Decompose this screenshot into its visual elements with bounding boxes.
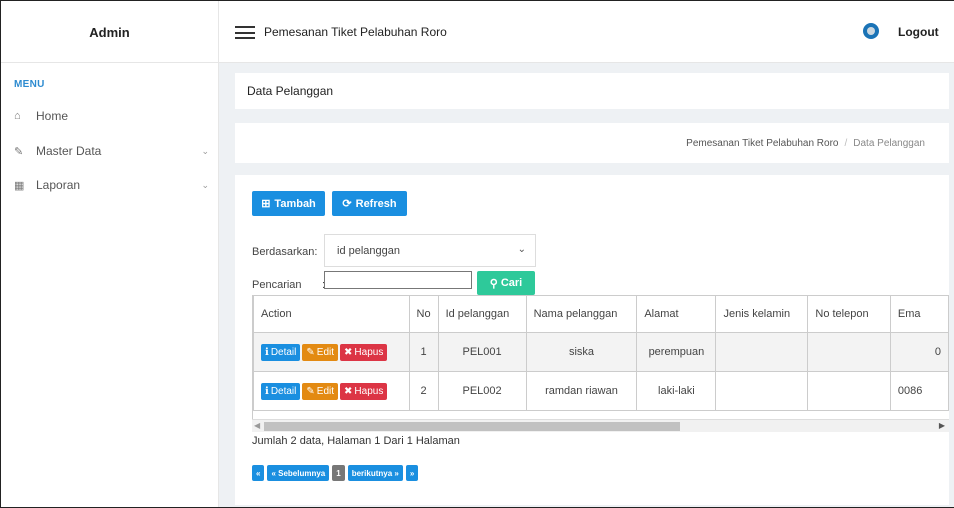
refresh-button[interactable]: ⟳ Refresh: [332, 191, 407, 216]
detail-button[interactable]: ℹ Detail: [261, 382, 301, 400]
app-title: Pemesanan Tiket Pelabuhan Roro: [264, 25, 447, 39]
app-frame: Admin Pemesanan Tiket Pelabuhan Roro Log…: [0, 0, 954, 508]
sidebar: MENU ⌂ Home ✎ Master Data ⌄ ▦ Laporan ⌄: [1, 63, 219, 507]
edit-button-label: Edit: [316, 385, 335, 397]
pagination-next[interactable]: berikutnya »: [347, 465, 403, 481]
edit-icon: ✎: [306, 346, 315, 358]
brand-label[interactable]: Admin: [1, 1, 219, 63]
scroll-right-icon[interactable]: ▶: [939, 421, 945, 430]
refresh-button-label: Refresh: [355, 197, 397, 210]
delete-button-label: Hapus: [354, 385, 384, 397]
cell-email: 0086: [889, 371, 949, 411]
calendar-icon: ▦: [14, 179, 25, 192]
delete-button-label: Hapus: [354, 346, 384, 358]
cell-id: PEL001: [437, 332, 527, 372]
breadcrumb-separator: /: [844, 137, 848, 149]
column-header-alamat: Alamat: [636, 295, 717, 333]
data-panel: ⊞ Tambah ⟳ Refresh Berdasarkan: id pelan…: [235, 175, 949, 505]
close-icon: ✖: [344, 346, 353, 358]
pagination-first[interactable]: «: [252, 465, 265, 481]
filter-selected-value: id pelanggan: [337, 244, 401, 257]
column-header-no: No: [408, 295, 439, 333]
cell-no: 1: [408, 332, 439, 372]
scroll-left-icon[interactable]: ◀: [254, 421, 260, 430]
cell-id: PEL002: [437, 371, 527, 411]
cell-jenis-kelamin: [715, 332, 809, 372]
sidebar-item-laporan[interactable]: ▦ Laporan ⌄: [14, 176, 209, 194]
cell-nama: ramdan riawan: [525, 371, 638, 411]
edit-button[interactable]: ✎ Edit: [302, 382, 339, 400]
breadcrumb-item-home[interactable]: Pemesanan Tiket Pelabuhan Roro: [686, 138, 838, 149]
edit-button-label: Edit: [316, 346, 335, 358]
close-icon: ✖: [344, 385, 353, 397]
chevron-down-icon: ⌄: [201, 179, 209, 190]
column-header-jenis-kelamin: Jenis kelamin: [715, 295, 809, 333]
delete-button[interactable]: ✖ Hapus: [340, 343, 388, 361]
breadcrumb: Pemesanan Tiket Pelabuhan Roro / Data Pe…: [235, 123, 949, 163]
edit-button[interactable]: ✎ Edit: [302, 343, 339, 361]
page-title: Data Pelanggan: [235, 73, 949, 109]
cell-nama: siska: [525, 332, 638, 372]
sidebar-item-home[interactable]: ⌂ Home: [14, 107, 209, 125]
scrollbar-thumb[interactable]: [264, 422, 680, 431]
detail-button[interactable]: ℹ Detail: [261, 343, 301, 361]
detail-button-label: Detail: [270, 385, 297, 397]
pagination: « « Sebelumnya 1 berikutnya » »: [252, 465, 419, 481]
customer-table: Action No Id pelanggan Nama pelanggan Al…: [252, 295, 949, 419]
add-button-label: Tambah: [274, 197, 316, 210]
horizontal-scrollbar[interactable]: ◀ ▶: [252, 419, 949, 432]
sidebar-item-label: Laporan: [36, 178, 81, 192]
refresh-icon: ⟳: [342, 198, 352, 210]
cell-no-telepon: [807, 332, 891, 372]
edit-icon: ✎: [306, 385, 315, 397]
table-summary: Jumlah 2 data, Halaman 1 Dari 1 Halaman: [252, 435, 460, 447]
chevron-down-icon: ⌄: [201, 145, 209, 156]
home-icon: ⌂: [14, 110, 21, 122]
column-header-action: Action: [253, 295, 410, 333]
column-header-nama: Nama pelanggan: [525, 295, 638, 333]
row-actions: ℹ Detail ✎ Edit ✖ Hapus: [253, 371, 410, 411]
column-header-no-telepon: No telepon: [807, 295, 891, 333]
search-button-label: Cari: [500, 277, 523, 289]
filter-field-select[interactable]: id pelanggan ⌄: [324, 234, 536, 267]
cell-alamat: laki-laki: [636, 371, 717, 411]
user-avatar-icon[interactable]: [863, 23, 879, 39]
sidebar-menu-header: MENU: [14, 79, 45, 90]
breadcrumb-item-current: Data Pelanggan: [853, 137, 925, 149]
add-button[interactable]: ⊞ Tambah: [252, 191, 325, 216]
pagination-prev[interactable]: « Sebelumnya: [267, 465, 330, 481]
sidebar-item-label: Home: [36, 109, 69, 123]
row-actions: ℹ Detail ✎ Edit ✖ Hapus: [253, 332, 410, 372]
detail-button-label: Detail: [270, 346, 297, 358]
info-icon: ℹ: [265, 385, 269, 397]
main-content: Data Pelanggan Pemesanan Tiket Pelabuhan…: [219, 63, 954, 507]
sidebar-item-master-data[interactable]: ✎ Master Data ⌄: [14, 142, 209, 160]
search-button[interactable]: ⚲ Cari: [477, 271, 535, 295]
search-input[interactable]: [324, 271, 472, 289]
chevron-down-icon: ⌄: [517, 244, 526, 255]
cell-no: 2: [408, 371, 439, 411]
column-header-id: Id pelanggan: [437, 295, 527, 333]
plus-square-icon: ⊞: [261, 198, 271, 210]
hamburger-menu-icon[interactable]: [235, 26, 255, 39]
cell-no-telepon: [807, 371, 891, 411]
search-label: Pencarian: [252, 279, 302, 291]
filter-by-label: Berdasarkan:: [252, 246, 318, 258]
logout-link[interactable]: Logout: [898, 25, 939, 39]
pagination-current[interactable]: 1: [332, 465, 345, 481]
table-row: ℹ Detail ✎ Edit ✖ Hapus 1 PEL001 siska pere…: [253, 332, 949, 372]
column-header-email: Ema: [889, 295, 949, 333]
pagination-last[interactable]: »: [405, 465, 419, 481]
info-icon: ℹ: [265, 346, 269, 358]
edit-icon: ✎: [14, 145, 24, 158]
cell-alamat: perempuan: [636, 332, 717, 372]
search-icon: ⚲: [489, 277, 498, 290]
table-row: ℹ Detail ✎ Edit ✖ Hapus 2 PEL002 ramdan ria…: [253, 371, 949, 411]
top-bar: Admin Pemesanan Tiket Pelabuhan Roro Log…: [1, 1, 954, 63]
sidebar-item-label: Master Data: [36, 144, 102, 158]
delete-button[interactable]: ✖ Hapus: [340, 382, 388, 400]
cell-email: 0: [889, 332, 949, 372]
cell-jenis-kelamin: [715, 371, 809, 411]
